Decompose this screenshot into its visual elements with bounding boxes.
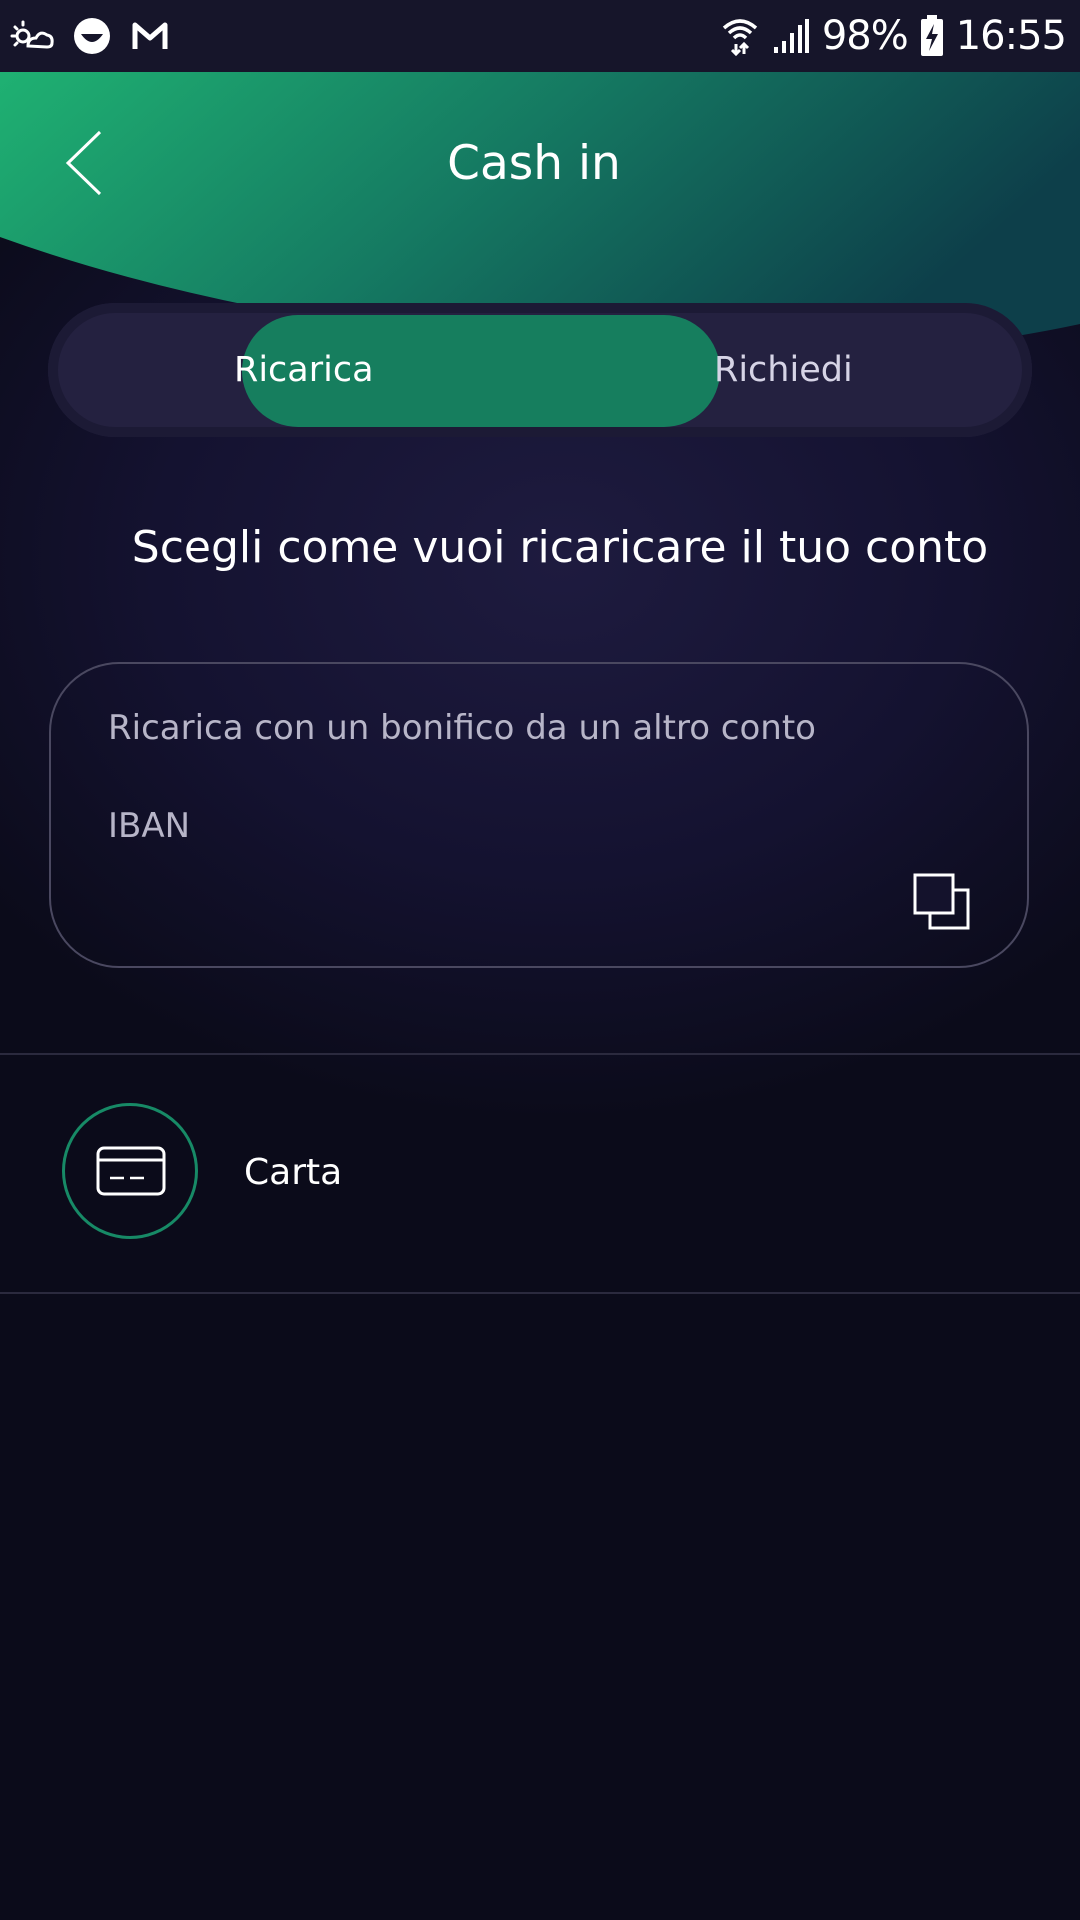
gmail-icon [132,22,168,49]
section-heading: Scegli come vuoi ricaricare il tuo conto [131,522,989,573]
page-title: Cash in [447,136,621,191]
weather-icon [10,20,54,49]
wifi-icon [722,19,757,56]
status-bar-notifications [10,12,170,60]
signal-icon [773,19,809,53]
app-icon [74,18,110,54]
copy-icon[interactable] [912,872,972,932]
iban-description: Ricarica con un bonifico da un altro con… [108,708,816,748]
list-divider [0,1292,1080,1294]
iban-label: IBAN [108,806,191,846]
tab-ricarica[interactable]: Ricarica [234,350,374,396]
battery-percent: 98% [821,13,909,59]
tab-richiedi[interactable]: Richiedi [714,350,853,396]
status-bar: 98% 16:55 [0,0,1080,72]
option-carta-label: Carta [244,1152,343,1193]
clock: 16:55 [955,13,1067,59]
credit-card-icon [96,1146,166,1196]
cash-in-screen: 98% 16:55 Cash in Ricarica Richiedi Sceg… [0,0,1080,1920]
battery-charging-icon [920,15,943,56]
status-bar-system: 98% 16:55 [720,10,1067,62]
